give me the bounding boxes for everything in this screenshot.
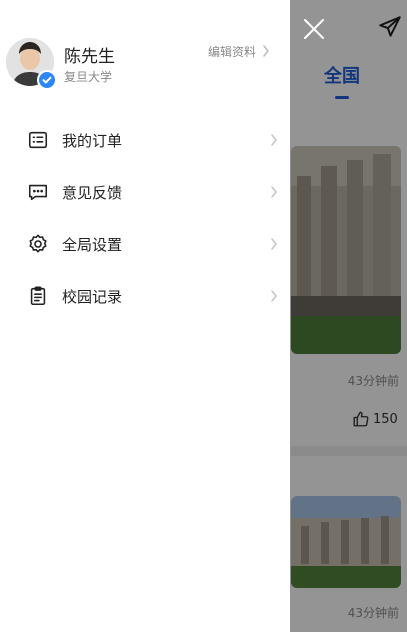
menu-item-label: 我的订单	[62, 131, 123, 150]
chevron-right-icon	[270, 186, 278, 198]
menu-item-label: 意见反馈	[62, 183, 123, 202]
profile-header[interactable]: 陈先生 复旦大学 编辑资料	[0, 38, 290, 94]
chevron-right-icon	[270, 238, 278, 250]
menu-item-campus-records[interactable]: 校园记录	[0, 270, 290, 322]
menu-item-my-orders[interactable]: 我的订单	[0, 114, 290, 166]
feedback-chat-icon	[26, 180, 50, 204]
chevron-right-icon	[262, 45, 270, 57]
send-icon[interactable]	[377, 14, 403, 40]
status-bar	[0, 0, 290, 6]
side-drawer: 陈先生 复旦大学 编辑资料 我的订单 意见反馈 全局设置 校园记录	[0, 0, 290, 632]
menu-item-feedback[interactable]: 意见反馈	[0, 166, 290, 218]
profile-school: 复旦大学	[64, 70, 113, 84]
edit-profile-label: 编辑资料	[208, 44, 257, 59]
menu-item-label: 校园记录	[62, 287, 123, 306]
verified-check-icon	[37, 70, 57, 90]
menu-item-global-settings[interactable]: 全局设置	[0, 218, 290, 270]
close-icon[interactable]	[302, 17, 326, 41]
clipboard-icon	[26, 284, 50, 308]
edit-profile-link[interactable]: 编辑资料	[208, 42, 270, 60]
chevron-right-icon	[270, 290, 278, 302]
order-list-icon	[26, 128, 50, 152]
drawer-menu: 我的订单 意见反馈 全局设置 校园记录	[0, 114, 290, 322]
chevron-right-icon	[270, 134, 278, 146]
menu-item-label: 全局设置	[62, 235, 123, 254]
profile-name: 陈先生	[64, 47, 115, 67]
settings-gear-icon	[26, 232, 50, 256]
